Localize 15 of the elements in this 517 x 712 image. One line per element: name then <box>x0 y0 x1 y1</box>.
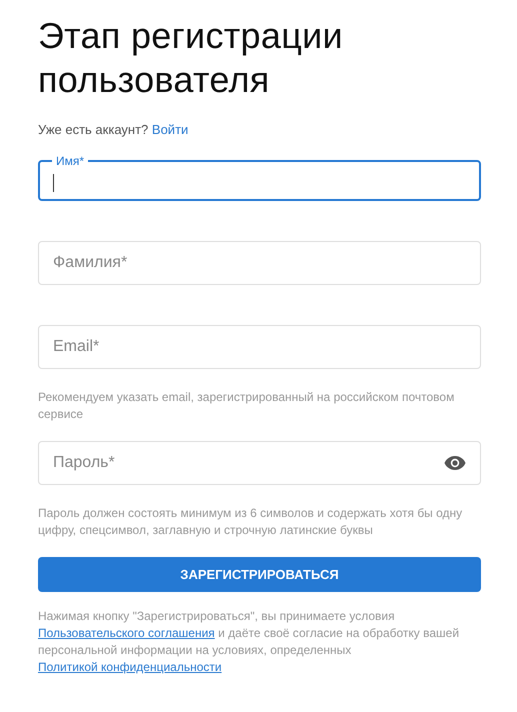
helper-text: Рекомендуем указать email, зарегистрированный на российском почтовом сервисе <box>38 389 456 423</box>
terms-text: Нажимая кнопку "Зарегистрироваться", вы принимаете условия Пользовательского соглашения и даёте своё согласие на обработку вашей персональной информации на условиях, определенных Политикой конфиденциальности <box>38 608 460 676</box>
login-prompt: Уже есть аккаунт? <box>38 122 148 137</box>
password-field[interactable]: Пароль* <box>38 441 481 485</box>
helper-text: Пароль должен состоять минимум из 6 символов и содержать хотя бы одну цифру, спецсимвол, заглавную и строчную латинские буквы <box>38 505 464 539</box>
text-cursor <box>53 174 54 192</box>
terms-link[interactable]: Политикой конфиденциальности <box>38 660 222 674</box>
login-link[interactable]: Войти <box>152 122 188 137</box>
terms-link[interactable]: Пользовательского соглашения <box>38 626 215 640</box>
input-field[interactable]: Фамилия* <box>38 241 481 285</box>
register-button[interactable]: ЗАРЕГИСТРИРОВАТЬСЯ <box>38 557 481 592</box>
eye-icon[interactable] <box>444 455 466 471</box>
page-title: Этап регистрации пользователя <box>38 14 344 102</box>
input-field[interactable]: Имя* <box>38 155 481 201</box>
input-field[interactable]: Email* <box>38 325 481 369</box>
